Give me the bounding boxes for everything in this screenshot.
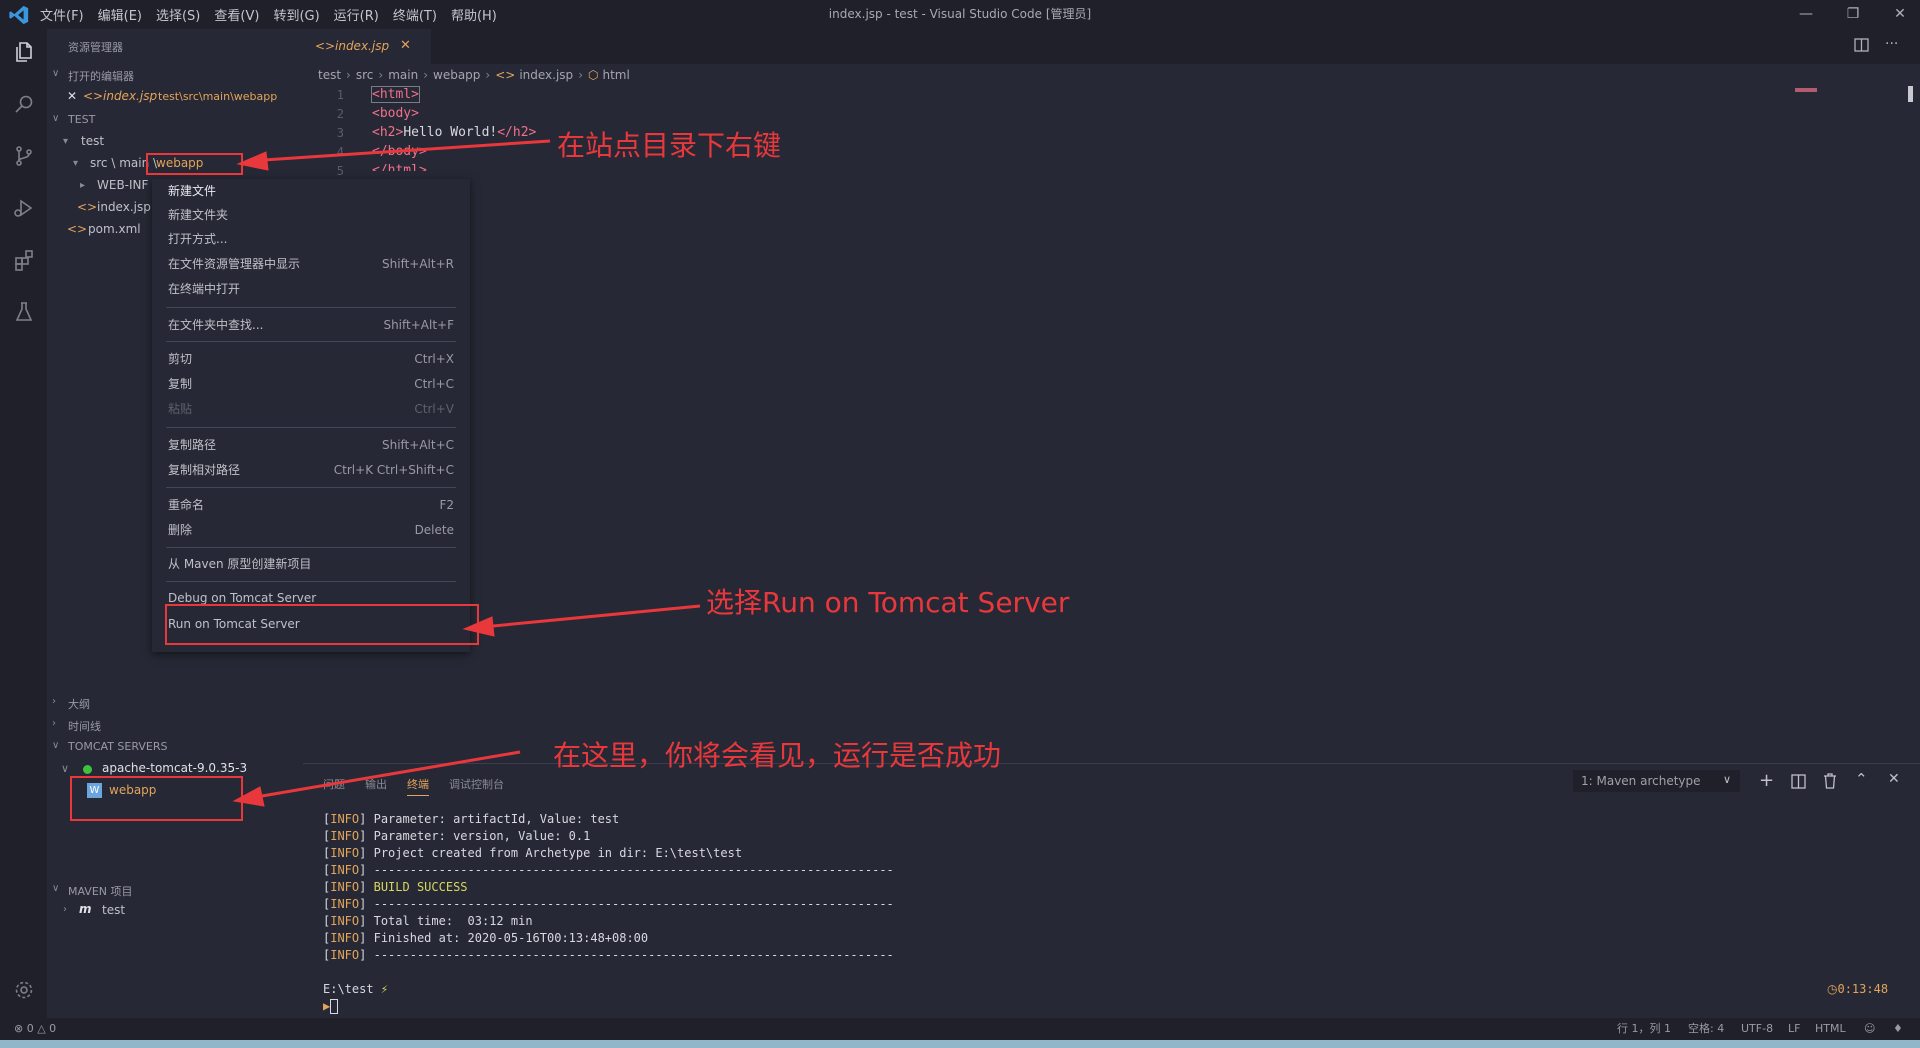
annotation-select-run: 选择Run on Tomcat Server [706,586,1070,619]
annotation-arrows [232,139,701,807]
annotation-right-click: 在站点目录下右键 [557,129,782,162]
annotation-see-result: 在这里，你将会看见，运行是否成功 [553,739,1002,772]
